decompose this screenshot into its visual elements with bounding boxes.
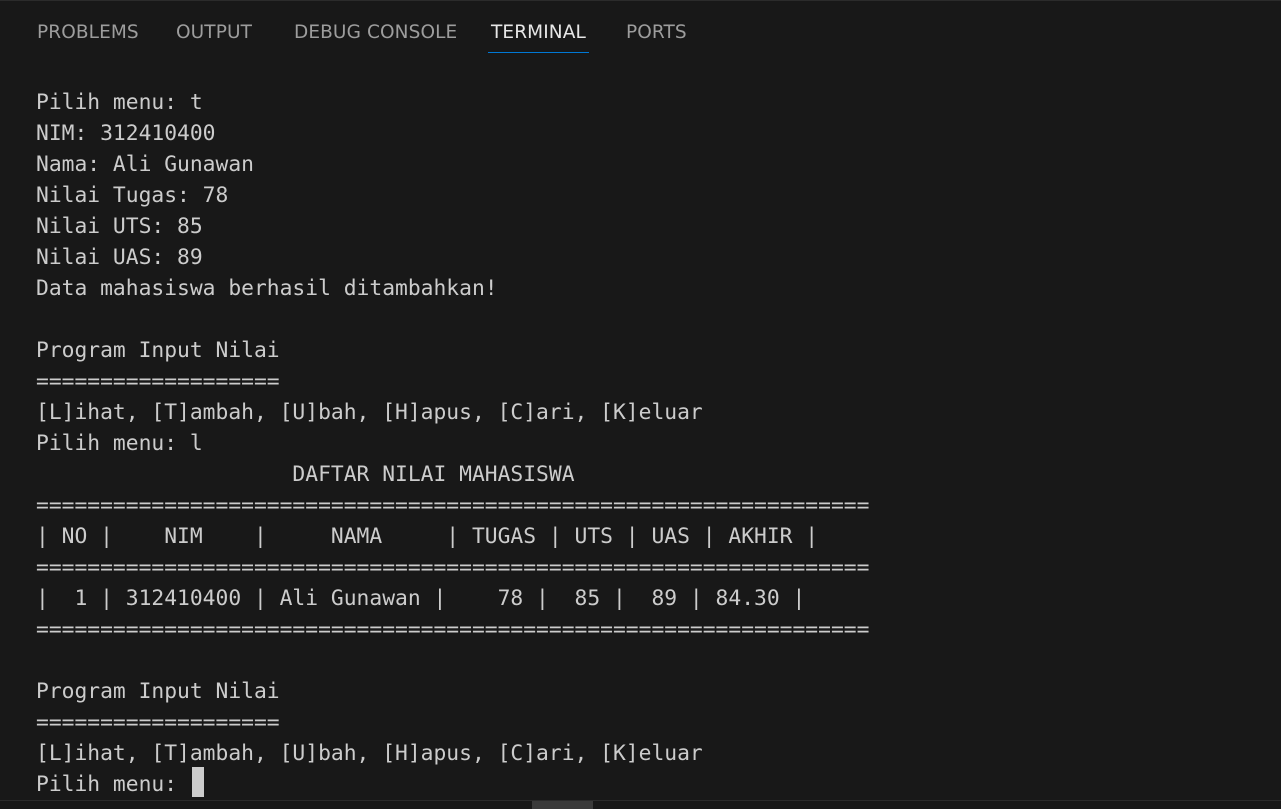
tab-output[interactable]: OUTPUT (176, 22, 252, 43)
terminal-line: Program Input Nilai (36, 679, 280, 704)
tab-problems[interactable]: PROBLEMS (37, 22, 139, 43)
table-separator: ========================================… (36, 555, 870, 580)
terminal-line: Data mahasiswa berhasil ditambahkan! (36, 276, 498, 301)
table-header: | NO | NIM | NAMA | TUGAS | UTS | UAS | … (36, 524, 819, 549)
terminal-line: Nilai Tugas: 78 (36, 183, 229, 208)
table-row: | 1 | 312410400 | Ali Gunawan | 78 | 85 … (36, 586, 806, 611)
terminal-prompt: Pilih menu: (36, 772, 190, 797)
tab-ports[interactable]: PORTS (626, 22, 687, 43)
terminal-line: [L]ihat, [T]ambah, [U]bah, [H]apus, [C]a… (36, 400, 703, 425)
terminal-line: =================== (36, 710, 280, 735)
terminal-line: =================== (36, 369, 280, 394)
panel-tab-bar: PROBLEMS OUTPUT DEBUG CONSOLE TERMINAL P… (0, 1, 1281, 63)
terminal-panel: PROBLEMS OUTPUT DEBUG CONSOLE TERMINAL P… (0, 0, 1281, 809)
terminal-line: Program Input Nilai (36, 338, 280, 363)
terminal-line: Nilai UTS: 85 (36, 214, 203, 239)
terminal-line: Pilih menu: t (36, 90, 203, 115)
table-title: DAFTAR NILAI MAHASISWA (36, 462, 575, 487)
status-bar (0, 800, 1281, 809)
tab-terminal[interactable]: TERMINAL (488, 22, 589, 53)
terminal-line: Nama: Ali Gunawan (36, 152, 254, 177)
table-separator: ========================================… (36, 617, 870, 642)
status-bar-item[interactable] (532, 801, 593, 809)
terminal-line: Nilai UAS: 89 (36, 245, 203, 270)
terminal-line: Pilih menu: l (36, 431, 203, 456)
terminal-line: NIM: 312410400 (36, 121, 216, 146)
terminal-cursor (192, 767, 204, 797)
table-separator: ========================================… (36, 493, 870, 518)
tab-debug-console[interactable]: DEBUG CONSOLE (294, 22, 457, 43)
terminal-line: [L]ihat, [T]ambah, [U]bah, [H]apus, [C]a… (36, 741, 703, 766)
terminal-output[interactable]: Pilih menu: t NIM: 312410400 Nama: Ali G… (36, 87, 1266, 801)
